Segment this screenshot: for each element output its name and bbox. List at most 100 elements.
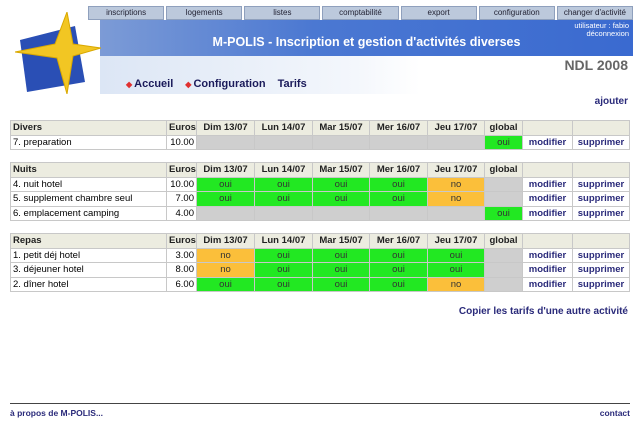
item-label: 4. nuit hotel	[10, 176, 167, 192]
breadcrumb-tarifs: Tarifs	[277, 78, 307, 90]
day-availability: oui	[196, 176, 255, 192]
day-availability: no	[427, 191, 485, 207]
item-price: 10.00	[166, 176, 197, 192]
item-price: 7.00	[166, 191, 197, 207]
day-availability: oui	[254, 176, 313, 192]
table-row: 3. déjeuner hotel 8.00 no oui oui oui oui modif…	[10, 262, 630, 278]
edit-link[interactable]: modifier	[522, 134, 573, 150]
day-availability: oui	[312, 247, 370, 263]
tariff-table-divers: Divers Euros Dim 13/07 Lun 14/07 Mar 15/07 Me…	[10, 120, 630, 150]
table-header: Divers Euros Dim 13/07 Lun 14/07 Mar 15/07 Me…	[10, 120, 630, 136]
delete-link[interactable]: supprimer	[572, 191, 630, 207]
day-availability: oui	[196, 191, 255, 207]
day-availability	[369, 134, 428, 150]
breadcrumb-accueil[interactable]: ◆ Accueil	[126, 78, 173, 90]
footer: à propos de M-POLIS... contact	[10, 403, 630, 418]
nav-listes[interactable]: listes	[244, 6, 321, 20]
day-availability	[369, 205, 428, 221]
day-availability: oui	[254, 262, 313, 278]
day-availability: oui	[427, 247, 485, 263]
breadcrumb: ◆ Accueil ◆ Configuration Tarifs	[126, 78, 307, 90]
copy-tariffs-link[interactable]: Copier les tarifs d'une autre activité	[459, 306, 628, 317]
day-availability	[312, 205, 370, 221]
section-title: Repas	[10, 233, 167, 249]
day-availability: oui	[196, 276, 255, 292]
column-header: Mar 15/07	[312, 120, 370, 136]
star-logo-icon	[15, 12, 101, 94]
table-row: 6. emplacement camping 4.00 oui modifier sup…	[10, 205, 630, 221]
day-availability: oui	[427, 262, 485, 278]
edit-link[interactable]: modifier	[522, 176, 573, 192]
column-header: Mer 16/07	[369, 162, 428, 178]
column-header: Jeu 17/07	[427, 233, 485, 249]
nav-configuration[interactable]: configuration	[478, 6, 555, 20]
add-link[interactable]: ajouter	[595, 96, 628, 107]
delete-link[interactable]: supprimer	[572, 205, 630, 221]
empty-header	[522, 233, 573, 249]
column-header: global	[484, 162, 523, 178]
logout-link[interactable]: déconnexion	[574, 30, 629, 38]
delete-link[interactable]: supprimer	[572, 262, 630, 278]
global-availability	[484, 276, 523, 292]
day-availability: oui	[369, 191, 428, 207]
banner: M-POLIS - Inscription et gestion d'activ…	[100, 20, 633, 56]
global-availability: oui	[484, 134, 523, 150]
app-title: M-POLIS - Inscription et gestion d'activ…	[212, 35, 521, 49]
day-availability	[196, 134, 255, 150]
day-availability: no	[427, 276, 485, 292]
nav-changer-activite[interactable]: changer d'activité	[556, 6, 633, 20]
day-availability: no	[196, 262, 255, 278]
event-name: NDL 2008	[564, 57, 628, 73]
edit-link[interactable]: modifier	[522, 276, 573, 292]
nav-export[interactable]: export	[400, 6, 477, 20]
section-title: Nuits	[10, 162, 167, 178]
table-header: Repas Euros Dim 13/07 Lun 14/07 Mar 15/07 Mer…	[10, 233, 630, 249]
column-header: Mer 16/07	[369, 120, 428, 136]
column-header: Mer 16/07	[369, 233, 428, 249]
empty-header	[522, 120, 573, 136]
column-header: Mar 15/07	[312, 162, 370, 178]
nav-comptabilite[interactable]: comptabilité	[322, 6, 399, 20]
column-header: Jeu 17/07	[427, 162, 485, 178]
delete-link[interactable]: supprimer	[572, 134, 630, 150]
delete-link[interactable]: supprimer	[572, 247, 630, 263]
day-availability: oui	[312, 276, 370, 292]
delete-link[interactable]: supprimer	[572, 276, 630, 292]
column-header: global	[484, 233, 523, 249]
edit-link[interactable]: modifier	[522, 247, 573, 263]
table-header: Nuits Euros Dim 13/07 Lun 14/07 Mar 15/07 Mer…	[10, 162, 630, 178]
edit-link[interactable]: modifier	[522, 262, 573, 278]
about-link[interactable]: à propos de M-POLIS...	[10, 408, 103, 418]
edit-link[interactable]: modifier	[522, 205, 573, 221]
nav-logements[interactable]: logements	[166, 6, 243, 20]
empty-header	[572, 120, 630, 136]
item-label: 7. preparation	[10, 134, 167, 150]
day-availability: oui	[312, 191, 370, 207]
column-header: Dim 13/07	[196, 233, 255, 249]
day-availability: oui	[312, 176, 370, 192]
global-availability	[484, 262, 523, 278]
top-nav: inscriptions logements listes comptabili…	[88, 6, 633, 20]
day-availability: oui	[312, 262, 370, 278]
empty-header	[572, 162, 630, 178]
day-availability	[254, 134, 313, 150]
item-price: 3.00	[166, 247, 197, 263]
global-availability: oui	[484, 205, 523, 221]
breadcrumb-configuration[interactable]: ◆ Configuration	[185, 78, 265, 90]
global-availability	[484, 191, 523, 207]
day-availability: oui	[369, 262, 428, 278]
column-header: Lun 14/07	[254, 120, 313, 136]
delete-link[interactable]: supprimer	[572, 176, 630, 192]
column-header: Dim 13/07	[196, 162, 255, 178]
item-label: 6. emplacement camping	[10, 205, 167, 221]
user-info: utilisateur : fabio déconnexion	[574, 22, 629, 38]
item-price: 4.00	[166, 205, 197, 221]
column-header: Euros	[166, 162, 197, 178]
column-header: Lun 14/07	[254, 233, 313, 249]
contact-link[interactable]: contact	[600, 408, 630, 418]
day-availability	[254, 205, 313, 221]
day-availability: oui	[254, 247, 313, 263]
table-row: 1. petit déj hotel 3.00 no oui oui oui oui modi…	[10, 247, 630, 263]
item-price: 6.00	[166, 276, 197, 292]
edit-link[interactable]: modifier	[522, 191, 573, 207]
